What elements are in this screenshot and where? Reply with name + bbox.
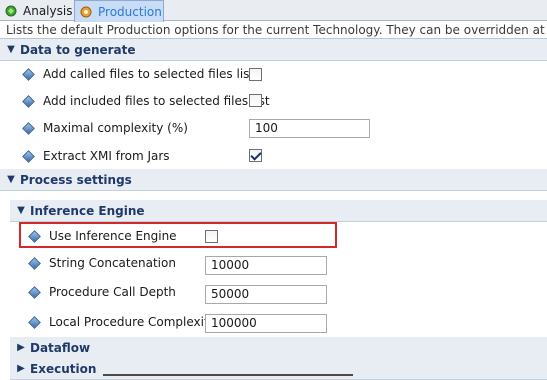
analysis-icon — [4, 4, 18, 18]
chevron-down-icon: ▼ — [17, 205, 25, 216]
option-label: Add called files to selected files list — [43, 67, 255, 81]
section-process-settings[interactable]: ▼ Process settings — [0, 169, 547, 191]
option-local-complexity: Local Procedure Complexity — [28, 311, 216, 333]
diamond-icon — [28, 315, 41, 329]
tab-analysis-label: Analysis — [23, 3, 73, 18]
tab-production[interactable]: Production — [74, 0, 164, 22]
add-called-checkbox[interactable] — [249, 68, 262, 81]
tab-analysis[interactable]: Analysis — [0, 0, 74, 21]
page-description: Lists the default Production options for… — [0, 21, 547, 39]
chevron-down-icon: ▼ — [7, 174, 15, 185]
option-label: Extract XMI from Jars — [43, 149, 170, 163]
diamond-icon — [28, 256, 41, 270]
option-extract-xmi: Extract XMI from Jars — [22, 145, 170, 167]
chevron-right-icon: ▶ — [17, 342, 25, 353]
production-icon — [79, 5, 93, 19]
option-label: Procedure Call Depth — [49, 285, 176, 299]
section-execution[interactable]: ▶ Execution — [10, 358, 547, 380]
tab-production-label: Production — [98, 4, 162, 19]
option-string-concat: String Concatenation — [28, 252, 176, 274]
diamond-icon — [22, 149, 35, 163]
local-complexity-input[interactable]: 100000 — [205, 314, 327, 333]
option-max-complexity: Maximal complexity (%) — [22, 117, 188, 139]
call-depth-input[interactable]: 50000 — [205, 285, 327, 304]
section-title: Process settings — [20, 172, 132, 187]
option-add-included: Add included files to selected files lis… — [22, 90, 270, 112]
section-dataflow[interactable]: ▶ Dataflow — [10, 337, 547, 359]
section-title: Inference Engine — [30, 203, 145, 218]
section-title: Data to generate — [20, 42, 136, 57]
option-label: Local Procedure Complexity — [49, 315, 216, 329]
section-title: Execution — [30, 361, 97, 376]
option-label: Add included files to selected files lis… — [43, 94, 270, 108]
tab-bar: Analysis Production — [0, 0, 547, 22]
string-concat-input[interactable]: 10000 — [205, 256, 327, 275]
option-add-called: Add called files to selected files list — [22, 63, 255, 85]
diamond-icon — [22, 121, 35, 135]
option-label: String Concatenation — [49, 256, 176, 270]
diamond-icon — [28, 285, 41, 299]
option-call-depth: Procedure Call Depth — [28, 281, 176, 303]
extract-xmi-checkbox[interactable] — [249, 149, 262, 162]
chevron-right-icon: ▶ — [17, 363, 25, 374]
section-inference-engine[interactable]: ▼ Inference Engine — [10, 200, 547, 222]
section-title: Dataflow — [30, 340, 91, 355]
chevron-down-icon: ▼ — [7, 44, 15, 55]
max-complexity-input[interactable]: 100 — [249, 119, 370, 138]
option-label: Maximal complexity (%) — [43, 121, 188, 135]
diamond-icon — [22, 94, 35, 108]
section-data-to-generate[interactable]: ▼ Data to generate — [0, 39, 547, 61]
highlight-box — [19, 222, 337, 248]
add-included-checkbox[interactable] — [249, 94, 262, 107]
diamond-icon — [22, 67, 35, 81]
